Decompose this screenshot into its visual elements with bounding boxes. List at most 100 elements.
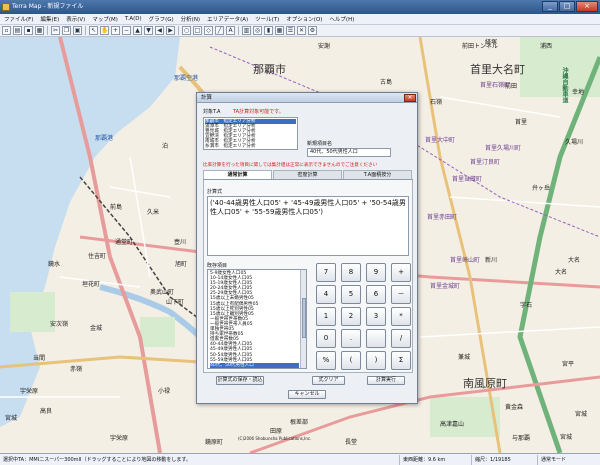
toolbar-separator <box>47 26 48 35</box>
key-minus[interactable]: － <box>391 285 411 304</box>
print-icon[interactable]: ▦ <box>35 26 44 35</box>
key-5[interactable]: 5 <box>341 285 361 304</box>
menu-map[interactable]: マップ(M) <box>92 15 118 23</box>
tab-normal-calc[interactable]: 通常計算 <box>203 170 272 179</box>
map-label: 鏡原町 <box>205 439 224 446</box>
new-item-name-input[interactable]: 40代、50代男性人口 <box>307 148 391 157</box>
polygon-icon[interactable]: ◇ <box>204 26 213 35</box>
map-label: 首里金城町 <box>430 283 461 290</box>
map-label: 大名 <box>568 257 581 264</box>
menu-edit[interactable]: 編集(E) <box>40 15 59 23</box>
cut-icon[interactable]: ✂ <box>51 26 60 35</box>
map-label: 経塚 <box>485 39 498 46</box>
key-multiply[interactable]: * <box>391 307 411 326</box>
formula-textarea[interactable]: ('40-44歳男性人口05' + '45-49歳男性人口05' + '50-5… <box>207 196 409 256</box>
legend-icon[interactable]: ☰ <box>286 26 295 35</box>
menu-analysis[interactable]: 分析(N) <box>181 15 200 23</box>
menu-tools[interactable]: ツール(T) <box>255 15 279 23</box>
key-4[interactable]: 4 <box>316 285 336 304</box>
map-label: 宇栄原 <box>110 435 129 442</box>
status-mode: 通常モード <box>541 456 567 463</box>
save-load-formula-button[interactable]: 計算式の保存・読込 <box>216 376 264 385</box>
settings-icon[interactable]: ⚙ <box>308 26 317 35</box>
menu-options[interactable]: オプション(O) <box>286 15 322 23</box>
map-label: 久場川 <box>565 139 584 146</box>
target-ta-note: TA計算対象可能です。 <box>233 109 284 115</box>
map-label: 石嶺 <box>430 99 443 106</box>
menu-bar: ファイル(F) 編集(E) 表示(V) マップ(M) T.A(D) グラフ(G)… <box>0 14 600 25</box>
pointer-icon[interactable]: ↖ <box>89 26 98 35</box>
key-8[interactable]: 8 <box>341 263 361 282</box>
map-label: 首里汀良町 <box>470 159 501 166</box>
menu-graph[interactable]: グラフ(G) <box>149 15 174 23</box>
text-icon[interactable]: A <box>226 26 235 35</box>
map-label: 首里大中町 <box>425 137 456 144</box>
key-divide[interactable]: / <box>391 329 411 348</box>
calc-keypad: 7 8 9 + 4 5 6 － 1 2 3 * 0 . / % ( ) Σ <box>316 263 412 370</box>
key-2[interactable]: 2 <box>341 307 361 326</box>
delete-icon[interactable]: ✕ <box>297 26 306 35</box>
key-dot[interactable]: . <box>341 329 361 348</box>
arrow-left-icon[interactable]: ◀ <box>155 26 164 35</box>
calc-panel: 計算式 ('40-44歳男性人口05' + '45-49歳男性人口05' + '… <box>203 180 413 373</box>
list-item[interactable]: 40代、50代男性人口 <box>210 362 299 368</box>
minimize-button[interactable]: _ <box>542 1 558 12</box>
map-label: 田原 <box>270 428 283 435</box>
paste-icon[interactable]: ▣ <box>73 26 82 35</box>
key-0[interactable]: 0 <box>316 329 336 348</box>
zoom-in-icon[interactable]: + <box>111 26 120 35</box>
close-button[interactable]: × <box>576 1 598 12</box>
menu-file[interactable]: ファイル(F) <box>4 15 33 23</box>
line-icon[interactable]: ╱ <box>215 26 224 35</box>
map-label: 前田 <box>505 83 518 90</box>
menu-area-data[interactable]: エリアデータ(A) <box>207 15 248 23</box>
key-3[interactable]: 3 <box>366 307 386 326</box>
existing-items-list[interactable]: 5-9歳女性人口05 10-14歳女性人口05 15-19歳女性人口05 20-… <box>207 269 307 369</box>
tab-area-proration[interactable]: T.A面積按分 <box>343 170 412 179</box>
layer-icon[interactable]: ▥ <box>242 26 251 35</box>
map-label: 首里久場川町 <box>485 145 522 152</box>
save-icon[interactable]: ▪ <box>24 26 33 35</box>
key-percent[interactable]: % <box>316 351 336 370</box>
execute-calc-button[interactable]: 計算実行 <box>367 376 405 385</box>
key-6[interactable]: 6 <box>366 285 386 304</box>
zoom-out-icon[interactable]: − <box>122 26 131 35</box>
new-file-icon[interactable]: ▫ <box>2 26 11 35</box>
key-open-paren[interactable]: ( <box>341 351 361 370</box>
tab-density-calc[interactable]: 密度計算 <box>273 170 342 179</box>
map-label: 宮平 <box>562 361 575 368</box>
map-label: 泊 <box>162 143 169 150</box>
menu-view[interactable]: 表示(V) <box>66 15 85 23</box>
key-blank[interactable] <box>366 329 386 348</box>
graph-icon[interactable]: ▮ <box>264 26 273 35</box>
calc-dialog: 計算 × 対象T.A TA計算対象可能です。 那覇市 指定エリア分析 浦添市 指… <box>196 92 418 404</box>
target-ta-list[interactable]: 那覇市 指定エリア分析 浦添市 指定エリア分析 豊見城 指定エリア分析 宜野湾 … <box>203 117 298 150</box>
cancel-button[interactable]: キャンセル <box>288 390 326 399</box>
arrow-up-icon[interactable]: ▲ <box>133 26 142 35</box>
key-sigma[interactable]: Σ <box>391 351 411 370</box>
key-1[interactable]: 1 <box>316 307 336 326</box>
window-title: Terra Map - 新規ファイル <box>12 3 84 10</box>
map-label: 那覇港 <box>95 135 114 142</box>
arrow-right-icon[interactable]: ▶ <box>166 26 175 35</box>
list-item[interactable]: 糸満市 指定エリア分析 <box>205 144 296 149</box>
open-folder-icon[interactable]: ▤ <box>13 26 22 35</box>
key-close-paren[interactable]: ) <box>366 351 386 370</box>
rectangle-icon[interactable]: □ <box>193 26 202 35</box>
maximize-button[interactable]: □ <box>559 1 575 12</box>
dialog-close-button[interactable]: × <box>404 94 416 102</box>
copy-icon[interactable]: ❐ <box>62 26 71 35</box>
scrollbar-thumb[interactable] <box>302 298 306 338</box>
ta-icon[interactable]: ◎ <box>253 26 262 35</box>
arrow-down-icon[interactable]: ▼ <box>144 26 153 35</box>
items-scrollbar[interactable] <box>300 270 306 368</box>
clear-formula-button[interactable]: 式クリア <box>312 376 345 385</box>
hand-icon[interactable]: ✋ <box>100 26 109 35</box>
menu-help[interactable]: ヘルプ(H) <box>329 15 354 23</box>
menu-ta[interactable]: T.A(D) <box>125 16 142 22</box>
circle-icon[interactable]: ○ <box>182 26 191 35</box>
key-9[interactable]: 9 <box>366 263 386 282</box>
key-plus[interactable]: + <box>391 263 411 282</box>
key-7[interactable]: 7 <box>316 263 336 282</box>
grid-icon[interactable]: ▦ <box>275 26 284 35</box>
